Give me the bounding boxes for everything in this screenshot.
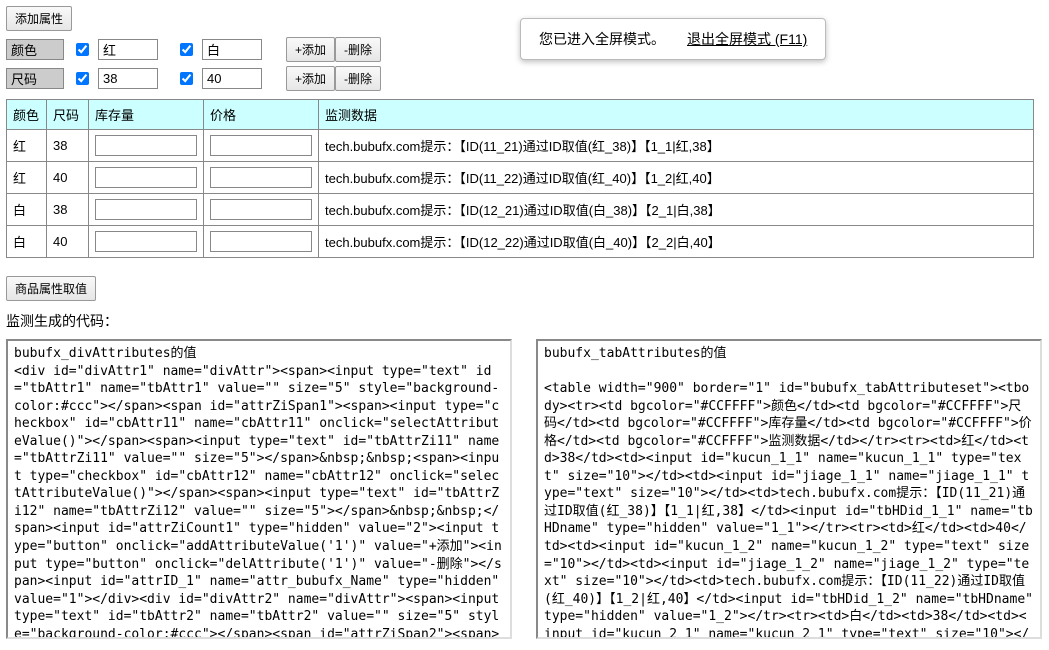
cell-stock [89,226,204,258]
attribute-value-input[interactable] [98,39,158,60]
add-value-button[interactable]: +添加 [286,37,335,62]
code-right-textarea[interactable] [536,339,1042,639]
cell-size: 38 [47,130,89,162]
cell-size: 40 [47,162,89,194]
attribute-name-input[interactable] [6,39,64,60]
table-row: 红 38 tech.bubufx.com提示：【ID(11_21)通过ID取值(… [7,130,1034,162]
cell-stock [89,162,204,194]
cell-size: 38 [47,194,89,226]
attribute-value-checkbox[interactable] [76,72,89,85]
attribute-value-checkbox[interactable] [180,43,193,56]
delete-attribute-button[interactable]: -删除 [335,66,381,91]
cell-color: 白 [7,194,47,226]
cell-color: 红 [7,162,47,194]
cell-stock [89,194,204,226]
cell-monitor: tech.bubufx.com提示：【ID(12_21)通过ID取值(白_38)… [319,194,1034,226]
cell-size: 40 [47,226,89,258]
cell-price [204,194,319,226]
attribute-name-input[interactable] [6,68,64,89]
stock-input[interactable] [95,199,197,220]
price-input[interactable] [210,231,312,252]
cell-stock [89,130,204,162]
stock-input[interactable] [95,231,197,252]
header-monitor: 监测数据 [319,100,1034,130]
cell-price [204,162,319,194]
add-value-button[interactable]: +添加 [286,66,335,91]
header-color: 颜色 [7,100,47,130]
attribute-value-input[interactable] [98,68,158,89]
delete-attribute-button[interactable]: -删除 [335,37,381,62]
cell-price [204,130,319,162]
add-attribute-button[interactable]: 添加属性 [6,6,72,31]
table-header-row: 颜色 尺码 库存量 价格 监测数据 [7,100,1034,130]
attribute-value-input[interactable] [202,39,262,60]
header-size: 尺码 [47,100,89,130]
cell-price [204,226,319,258]
cell-color: 红 [7,130,47,162]
attribute-value-checkbox[interactable] [180,72,193,85]
table-row: 白 40 tech.bubufx.com提示：【ID(12_22)通过ID取值(… [7,226,1034,258]
fullscreen-message: 您已进入全屏模式。 [539,29,665,49]
cell-monitor: tech.bubufx.com提示：【ID(11_21)通过ID取值(红_38)… [319,130,1034,162]
price-input[interactable] [210,167,312,188]
get-attribute-values-button[interactable]: 商品属性取值 [6,276,96,301]
stock-input[interactable] [95,135,197,156]
cell-color: 白 [7,226,47,258]
attribute-value-input[interactable] [202,68,262,89]
stock-input[interactable] [95,167,197,188]
cell-monitor: tech.bubufx.com提示：【ID(12_22)通过ID取值(白_40)… [319,226,1034,258]
code-left-textarea[interactable] [6,339,512,639]
generated-code-title: 监测生成的代码： [6,311,1043,331]
price-input[interactable] [210,199,312,220]
cell-monitor: tech.bubufx.com提示：【ID(11_22)通过ID取值(红_40)… [319,162,1034,194]
attribute-combination-table: 颜色 尺码 库存量 价格 监测数据 红 38 tech.bubufx.com提示… [6,99,1034,258]
header-stock: 库存量 [89,100,204,130]
table-row: 白 38 tech.bubufx.com提示：【ID(12_21)通过ID取值(… [7,194,1034,226]
table-row: 红 40 tech.bubufx.com提示：【ID(11_22)通过ID取值(… [7,162,1034,194]
attribute-row: +添加 -删除 [6,66,1043,91]
attribute-value-checkbox[interactable] [76,43,89,56]
price-input[interactable] [210,135,312,156]
header-price: 价格 [204,100,319,130]
fullscreen-banner: 您已进入全屏模式。 退出全屏模式 (F11) [520,18,826,60]
exit-fullscreen-link[interactable]: 退出全屏模式 (F11) [687,29,807,49]
